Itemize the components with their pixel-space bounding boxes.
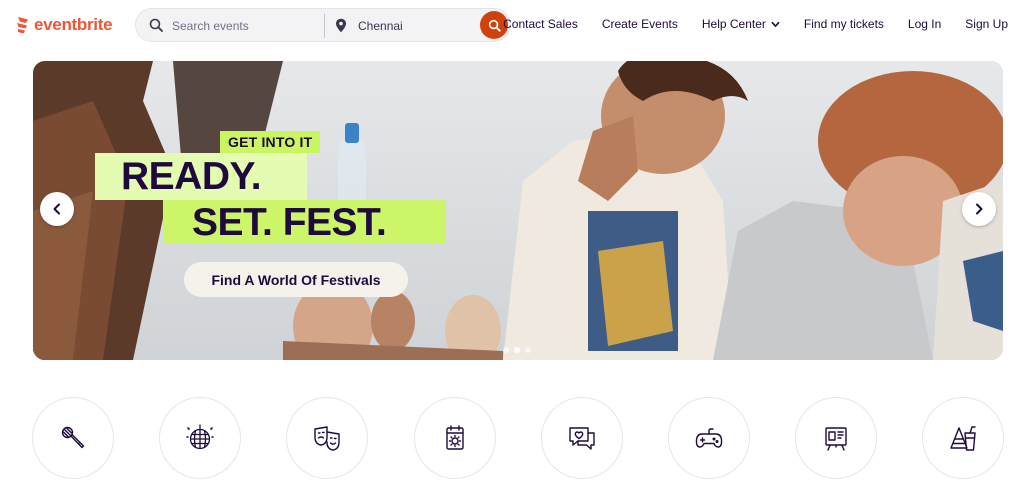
hero-line1: READY. <box>121 155 262 198</box>
location-input[interactable] <box>358 15 468 37</box>
map-pin-icon <box>336 18 346 33</box>
carousel-dot-1[interactable] <box>503 347 509 353</box>
category-nightlife[interactable] <box>159 397 241 479</box>
calendar-icon <box>446 425 464 450</box>
party-cup-icon <box>950 426 976 451</box>
nav-sign-up[interactable]: Sign Up <box>965 17 1008 31</box>
find-festivals-button[interactable]: Find A World Of Festivals <box>184 262 408 297</box>
chat-heart-icon <box>569 427 595 450</box>
game-controller-icon <box>695 428 723 448</box>
top-header: eventbrite Contact Sales Create Events H… <box>0 0 1024 52</box>
eventbrite-logo[interactable]: eventbrite <box>16 14 113 36</box>
category-dating[interactable] <box>541 397 623 479</box>
nav-log-in[interactable]: Log In <box>908 17 941 31</box>
nav-contact-sales[interactable]: Contact Sales <box>503 17 578 31</box>
category-icons-row <box>32 397 1004 479</box>
chevron-right-icon <box>976 203 983 215</box>
carousel-dots <box>503 347 531 353</box>
nav-create-events[interactable]: Create Events <box>602 17 678 31</box>
theater-masks-icon <box>314 426 340 451</box>
hero-line2: SET. FEST. <box>192 201 387 244</box>
category-performing-arts[interactable] <box>286 397 368 479</box>
search-bar <box>135 8 511 42</box>
presentation-board-icon <box>825 427 847 451</box>
disco-ball-icon <box>186 424 214 450</box>
carousel-dot-2[interactable] <box>514 347 520 353</box>
search-divider <box>324 14 325 38</box>
category-hobbies[interactable] <box>668 397 750 479</box>
carousel-next-button[interactable] <box>962 192 996 226</box>
nav-help-center-label: Help Center <box>701 17 766 31</box>
category-holidays[interactable] <box>414 397 496 479</box>
category-food-drink[interactable] <box>922 397 1004 479</box>
chevron-down-icon <box>771 21 780 27</box>
main-nav: Contact Sales Create Events Help Center … <box>503 17 1008 31</box>
category-music[interactable] <box>32 397 114 479</box>
logo-text: eventbrite <box>34 15 113 34</box>
nav-help-center[interactable]: Help Center <box>702 17 780 31</box>
search-icon <box>488 19 501 32</box>
carousel-prev-button[interactable] <box>40 192 74 226</box>
search-icon <box>149 18 163 32</box>
carousel-dot-3[interactable] <box>525 347 531 353</box>
search-input[interactable] <box>172 15 312 37</box>
microphone-icon <box>61 426 85 449</box>
eventbrite-logo-icon <box>17 17 28 34</box>
hero-tag: GET INTO IT <box>220 131 321 153</box>
nav-find-tickets[interactable]: Find my tickets <box>804 17 884 31</box>
category-business[interactable] <box>795 397 877 479</box>
chevron-left-icon <box>53 203 60 215</box>
